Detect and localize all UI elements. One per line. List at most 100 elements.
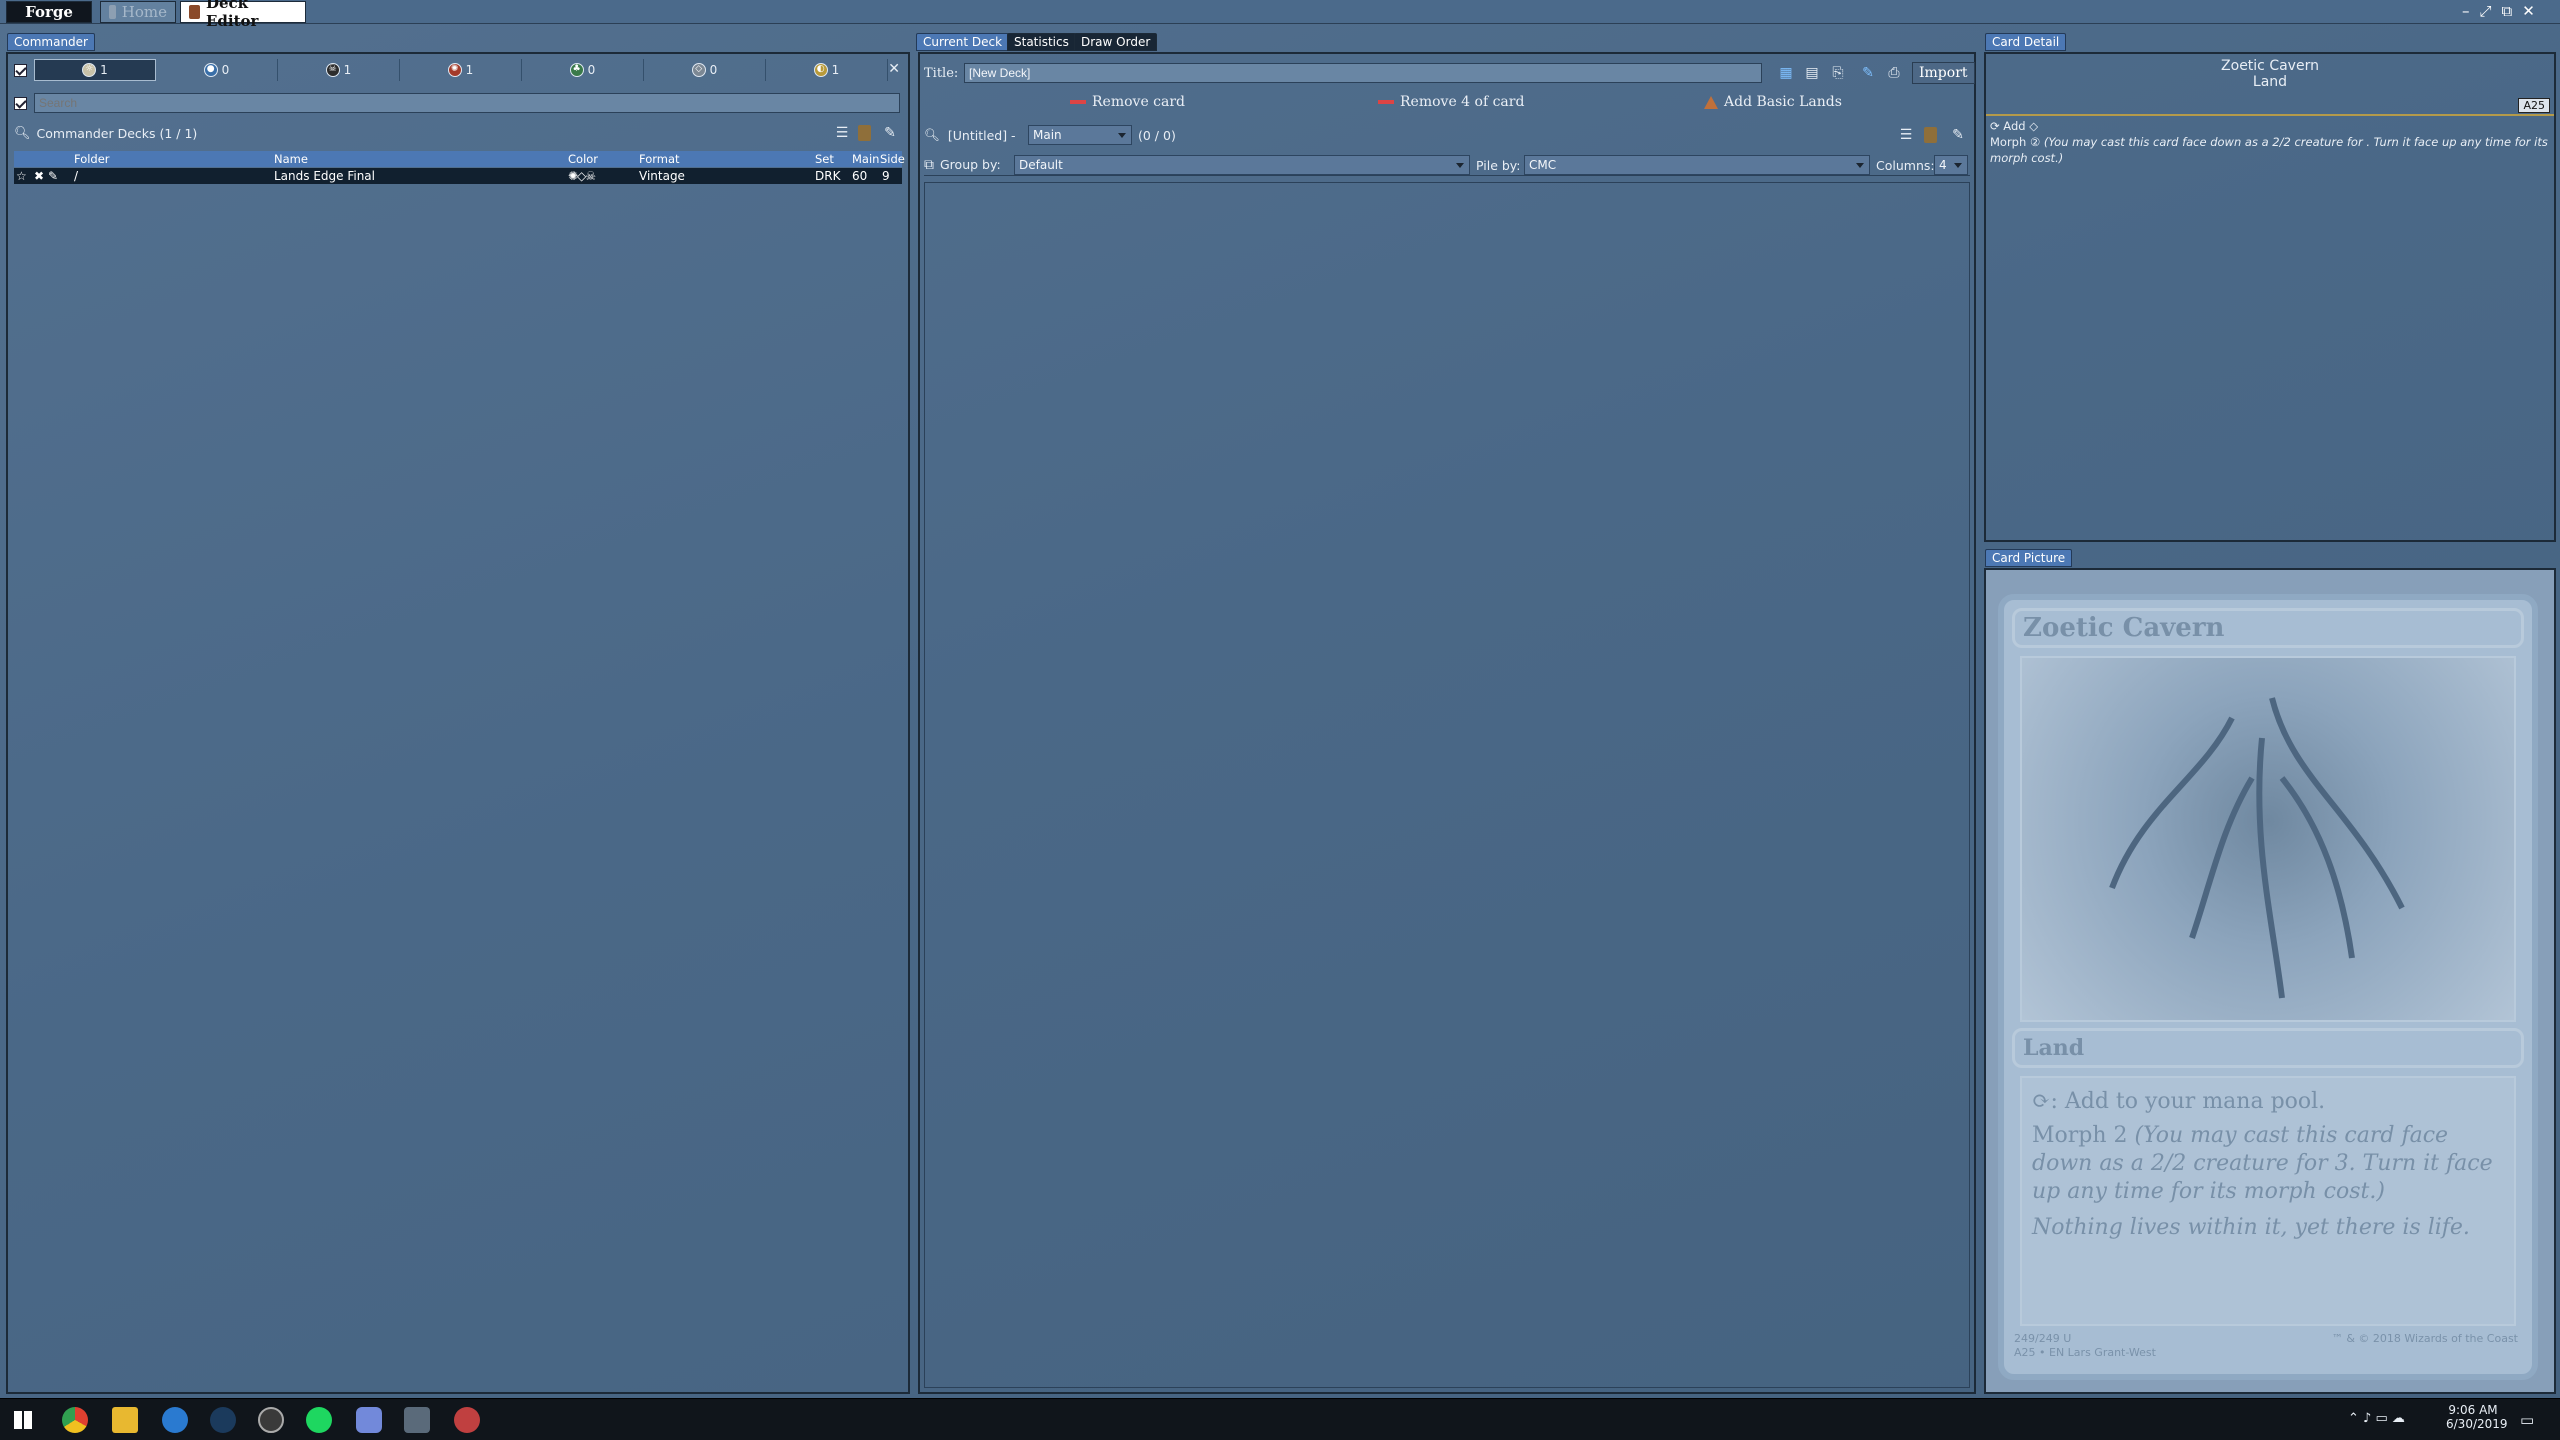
group-by-label: Group by: — [940, 157, 1001, 172]
remove-card-action[interactable]: Remove card — [1070, 94, 1185, 110]
col-folder[interactable]: Folder — [74, 151, 110, 167]
app-icon[interactable] — [162, 1407, 188, 1433]
col-name[interactable]: Name — [274, 151, 308, 167]
image-view-icon[interactable] — [1924, 127, 1937, 143]
col-set[interactable]: Set — [815, 151, 834, 167]
filter-black[interactable]: ☠ 1 — [278, 59, 400, 81]
table-header: Folder Name Color Format Set Main Side — [14, 151, 905, 167]
open-icon[interactable]: ⎘ — [1830, 65, 1846, 81]
options-icon[interactable]: ✎ — [882, 125, 898, 141]
list-view-icon[interactable]: ☰ — [1898, 127, 1914, 143]
tab-forge[interactable]: Forge — [6, 1, 92, 23]
white-mana-icon: ☼ — [82, 63, 97, 77]
tab-statistics[interactable]: Statistics — [1007, 33, 1076, 51]
columns-select[interactable]: 4 — [1934, 155, 1968, 175]
steam-icon[interactable] — [210, 1407, 236, 1433]
catalog-label: Commander Decks (1 / 1) — [36, 125, 198, 141]
filter-blue[interactable]: ● 0 — [156, 59, 278, 81]
catalog-header: 🔍︎ Commander Decks (1 / 1) ☰ ✎ — [14, 122, 902, 144]
layout-icon[interactable]: ⧉ — [924, 157, 934, 173]
delete-icon[interactable]: ✖ — [34, 168, 44, 184]
section-select[interactable]: Main — [1028, 125, 1132, 145]
filter-red[interactable]: ✺ 1 — [400, 59, 522, 81]
list-view-icon[interactable]: ☰ — [834, 125, 850, 141]
col-format[interactable]: Format — [639, 151, 680, 167]
print-icon[interactable]: ⎙ — [1886, 65, 1902, 81]
edit-icon[interactable]: ✎ — [48, 168, 58, 184]
remove-4-action[interactable]: Remove 4 of card — [1378, 94, 1524, 110]
col-color[interactable]: Color — [568, 151, 598, 167]
close-icon[interactable]: ✕ — [2522, 2, 2535, 20]
restore-icon[interactable]: ⧉ — [2502, 2, 2513, 20]
deck-cards-area[interactable] — [924, 182, 1970, 1388]
art-rules-box: ⟳: Add to your mana pool. Morph 2 (You m… — [2020, 1076, 2516, 1326]
options-icon[interactable]: ✎ — [1950, 127, 1966, 143]
clock[interactable]: 9:06 AM 6/30/2019 — [2446, 1403, 2508, 1431]
filter-cells: ☼ 1 ● 0 ☠ 1 ✺ 1 ♣ 0 ◇ 0 ◐ 1 — [34, 59, 888, 81]
table-row[interactable]: ☆ ✖ ✎ / Lands Edge Final ✺◇☠ Vintage DRK… — [14, 168, 902, 184]
col-side[interactable]: Side — [880, 151, 905, 167]
remove-4-label: Remove 4 of card — [1400, 94, 1525, 110]
discord-icon[interactable] — [356, 1407, 382, 1433]
tab-commander[interactable]: Commander — [7, 33, 95, 51]
filter-count: 0 — [587, 63, 596, 77]
fullscreen-icon[interactable]: ⤢ — [2480, 2, 2492, 20]
forge-app-icon[interactable] — [404, 1407, 430, 1433]
multicolor-mana-icon: ◐ — [813, 63, 828, 77]
filter-count: 0 — [221, 63, 230, 77]
save-as-icon[interactable]: ✎ — [1860, 65, 1876, 81]
spotify-icon[interactable] — [306, 1407, 332, 1433]
tab-draw-order[interactable]: Draw Order — [1074, 33, 1158, 51]
card-detail-panel: Zoetic Cavern Land A25 ⟳ Add ◇ Morph ② (… — [1984, 52, 2556, 542]
col-main[interactable]: Main — [852, 151, 879, 167]
tab-home[interactable]: Home — [100, 1, 176, 23]
taskbar: ⌃ ♪ ▭ ☁ 9:06 AM 6/30/2019 ▭ — [0, 1398, 2560, 1440]
filter-green[interactable]: ♣ 0 — [522, 59, 644, 81]
ability-morph: Morph ② (You may cast this card face dow… — [1990, 134, 2550, 166]
search-input[interactable] — [34, 93, 900, 113]
new-deck-icon[interactable]: ▤ — [1804, 65, 1820, 81]
art-rules-2: Morph 2 (You may cast this card face dow… — [2032, 1122, 2504, 1206]
search-icon[interactable]: 🔍︎ — [14, 126, 31, 141]
app-icon-2[interactable] — [454, 1407, 480, 1433]
ability-add-label: Add — [2003, 119, 2026, 133]
tab-card-detail[interactable]: Card Detail — [1985, 33, 2067, 51]
clock-date: 6/30/2019 — [2446, 1417, 2508, 1431]
add-basic-lands-action[interactable]: Add Basic Lands — [1704, 94, 1842, 110]
import-button[interactable]: Import — [1912, 62, 1975, 84]
search-toggle-checkbox[interactable] — [14, 96, 27, 110]
notifications-icon[interactable]: ▭ — [2520, 1411, 2534, 1429]
filter-colorless[interactable]: ◇ 0 — [644, 59, 766, 81]
group-by-select[interactable]: Default — [1014, 155, 1470, 175]
land-icon — [1704, 95, 1718, 109]
pile-by-select[interactable]: CMC — [1524, 155, 1870, 175]
clock-time: 9:06 AM — [2448, 1403, 2498, 1417]
morph-text: (You may cast this card face down as a 2… — [1990, 135, 2548, 165]
card-image[interactable]: Zoetic Cavern Land ⟳: Add to your mana p… — [1998, 594, 2538, 1380]
minimize-icon[interactable]: – — [2462, 2, 2470, 20]
tab-card-picture[interactable]: Card Picture — [1985, 549, 2073, 567]
image-view-icon[interactable] — [858, 125, 871, 141]
card-rules: ⟳ Add ◇ Morph ② (You may cast this card … — [1990, 118, 2550, 166]
save-icon[interactable]: ▦ — [1778, 65, 1794, 81]
file-explorer-icon[interactable] — [112, 1407, 138, 1433]
home-tab-label: Home — [121, 3, 167, 21]
favorite-star-icon[interactable]: ☆ — [16, 168, 27, 184]
remove-4-icon — [1378, 100, 1394, 104]
tab-deck-editor[interactable]: Deck Editor — [180, 0, 306, 30]
filter-white[interactable]: ☼ 1 — [34, 59, 156, 81]
chrome-icon[interactable] — [62, 1407, 88, 1433]
card-artwork — [2020, 656, 2516, 1022]
settings-app-icon[interactable] — [258, 1407, 284, 1433]
forge-tab-label: Forge — [25, 3, 73, 21]
tray-icons[interactable]: ⌃ ♪ ▭ ☁ — [2348, 1411, 2405, 1426]
filter-multicolor[interactable]: ◐ 1 — [766, 59, 888, 81]
filter-toggle-checkbox[interactable] — [14, 63, 27, 77]
blue-mana-icon: ● — [203, 63, 218, 77]
filter-count: 0 — [709, 63, 718, 77]
windows-start-icon[interactable] — [14, 1411, 32, 1429]
deck-title-input[interactable] — [964, 63, 1762, 83]
deck-search-icon[interactable]: 🔍︎ — [924, 127, 940, 143]
close-filters-icon[interactable]: ✕ — [888, 61, 900, 77]
tab-current-deck[interactable]: Current Deck — [916, 33, 1010, 51]
